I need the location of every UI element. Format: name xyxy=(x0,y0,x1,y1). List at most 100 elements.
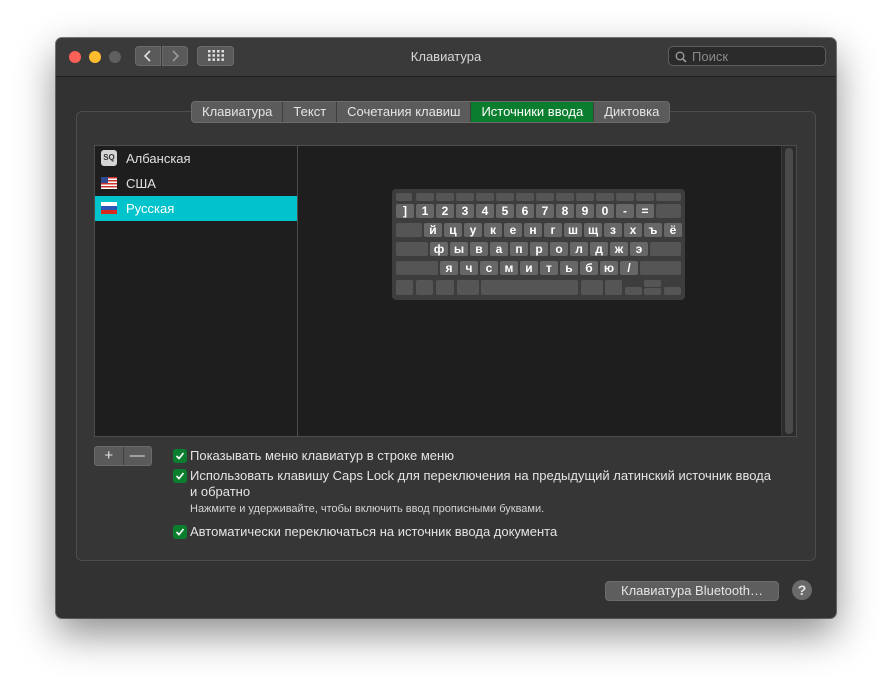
blank-key xyxy=(496,193,514,201)
tab-shortcuts[interactable]: Сочетания клавиш xyxy=(337,102,472,122)
keycap: г xyxy=(544,223,562,237)
keycap: ю xyxy=(600,261,618,275)
blank-key xyxy=(556,193,574,201)
keycap: ъ xyxy=(644,223,662,237)
keycap: ф xyxy=(430,242,448,256)
blank-key xyxy=(436,193,454,201)
keycap: в xyxy=(470,242,488,256)
keycap: ч xyxy=(460,261,478,275)
blank-key xyxy=(416,193,434,201)
keycap: 7 xyxy=(536,204,554,218)
keyboard-preferences-window: Клавиатура Поиск Клавиатура Текст Сочета… xyxy=(56,38,836,618)
keycap: 0 xyxy=(596,204,614,218)
blank-key xyxy=(640,261,681,275)
keycap: и xyxy=(520,261,538,275)
keycap: 2 xyxy=(436,204,454,218)
albanian-badge-icon: SQ xyxy=(101,150,117,166)
checkmark-icon xyxy=(175,472,185,480)
blank-key xyxy=(396,280,413,295)
keyboard-preview: ] 1 2 3 4 5 6 7 8 9 0- = й ц у к е н г ш щ з х ъ ё ф ы в а п р о л д ж э я ч с… xyxy=(298,145,797,437)
tab-dictation[interactable]: Диктовка xyxy=(594,102,669,122)
caps-lock-label-line2: и обратно xyxy=(190,484,251,499)
auto-switch-label: Автоматически переключаться на источник … xyxy=(190,524,558,539)
keycap: ж xyxy=(610,242,628,256)
blank-key xyxy=(457,280,479,295)
keycap: ш xyxy=(564,223,582,237)
blank-key xyxy=(616,193,634,201)
blank-key xyxy=(396,193,412,201)
blank-key xyxy=(476,193,494,201)
list-item-label: Албанская xyxy=(126,151,191,166)
checkmark-icon xyxy=(175,452,185,460)
keycap: 9 xyxy=(576,204,594,218)
input-sources-list[interactable]: SQ Албанская США Русская xyxy=(94,145,298,437)
keycap: у xyxy=(464,223,482,237)
blank-key xyxy=(396,223,422,237)
keycap: з xyxy=(604,223,622,237)
list-item-russian[interactable]: Русская xyxy=(95,196,297,221)
blank-key xyxy=(596,193,614,201)
keycap: э xyxy=(630,242,648,256)
blank-key xyxy=(456,193,474,201)
scroll-thumb[interactable] xyxy=(785,148,793,434)
keycap: н xyxy=(524,223,542,237)
search-input[interactable]: Поиск xyxy=(668,46,826,66)
preview-scrollbar[interactable] xyxy=(781,146,796,436)
help-button[interactable]: ? xyxy=(792,580,812,600)
keyboard-layout: ] 1 2 3 4 5 6 7 8 9 0- = й ц у к е н г ш щ з х ъ ё ф ы в а п р о л д ж э я ч с… xyxy=(392,189,685,300)
keycap: о xyxy=(550,242,568,256)
blank-key xyxy=(436,280,454,295)
caps-lock-label-line1: Использовать клавишу Caps Lock для перек… xyxy=(190,468,771,483)
blank-key xyxy=(650,242,681,256)
keycap: 4 xyxy=(476,204,494,218)
blank-key xyxy=(481,280,578,295)
keycap: я xyxy=(440,261,458,275)
add-remove-control: + — xyxy=(94,446,152,466)
keycap: к xyxy=(484,223,502,237)
bluetooth-keyboard-button[interactable]: Клавиатура Bluetooth… xyxy=(605,581,779,601)
blank-key xyxy=(664,287,681,295)
keycap: 1 xyxy=(416,204,434,218)
blank-key xyxy=(396,261,438,275)
keycap: - xyxy=(616,204,634,218)
keycap: ц xyxy=(444,223,462,237)
keycap: м xyxy=(500,261,518,275)
checkmark-icon xyxy=(175,528,185,536)
blank-key xyxy=(416,280,433,295)
keycap: б xyxy=(580,261,598,275)
keycap: 8 xyxy=(556,204,574,218)
remove-source-button[interactable]: — xyxy=(124,447,152,465)
blank-key xyxy=(516,193,534,201)
keycap: п xyxy=(510,242,528,256)
blank-key xyxy=(605,280,622,295)
blank-key xyxy=(636,193,654,201)
tab-keyboard[interactable]: Клавиатура xyxy=(192,102,284,122)
keycap: ё xyxy=(664,223,682,237)
tab-text[interactable]: Текст xyxy=(283,102,338,122)
caps-lock-checkbox[interactable] xyxy=(173,469,187,483)
search-placeholder: Поиск xyxy=(692,49,729,64)
keycap: 5 xyxy=(496,204,514,218)
list-item-usa[interactable]: США xyxy=(95,171,297,196)
blank-key xyxy=(536,193,554,201)
keycap: т xyxy=(540,261,558,275)
add-source-button[interactable]: + xyxy=(95,447,124,465)
keycap: ы xyxy=(450,242,468,256)
caps-lock-hint: Нажмите и удерживайте, чтобы включить вв… xyxy=(190,503,545,515)
keycap: а xyxy=(490,242,508,256)
keycap: д xyxy=(590,242,608,256)
blank-key xyxy=(656,193,681,201)
keycap: ] xyxy=(396,204,414,218)
show-menu-checkbox[interactable] xyxy=(173,449,187,463)
list-item-label: Русская xyxy=(126,201,175,216)
keycap: щ xyxy=(584,223,602,237)
tab-input-sources[interactable]: Источники ввода xyxy=(471,102,595,122)
list-item-label: США xyxy=(126,176,156,191)
auto-switch-checkbox[interactable] xyxy=(173,525,187,539)
keycap: х xyxy=(624,223,642,237)
blank-key xyxy=(656,204,681,218)
keycap: ь xyxy=(560,261,578,275)
list-item-albanian[interactable]: SQ Албанская xyxy=(95,146,297,171)
keycap: 6 xyxy=(516,204,534,218)
keycap: й xyxy=(424,223,442,237)
